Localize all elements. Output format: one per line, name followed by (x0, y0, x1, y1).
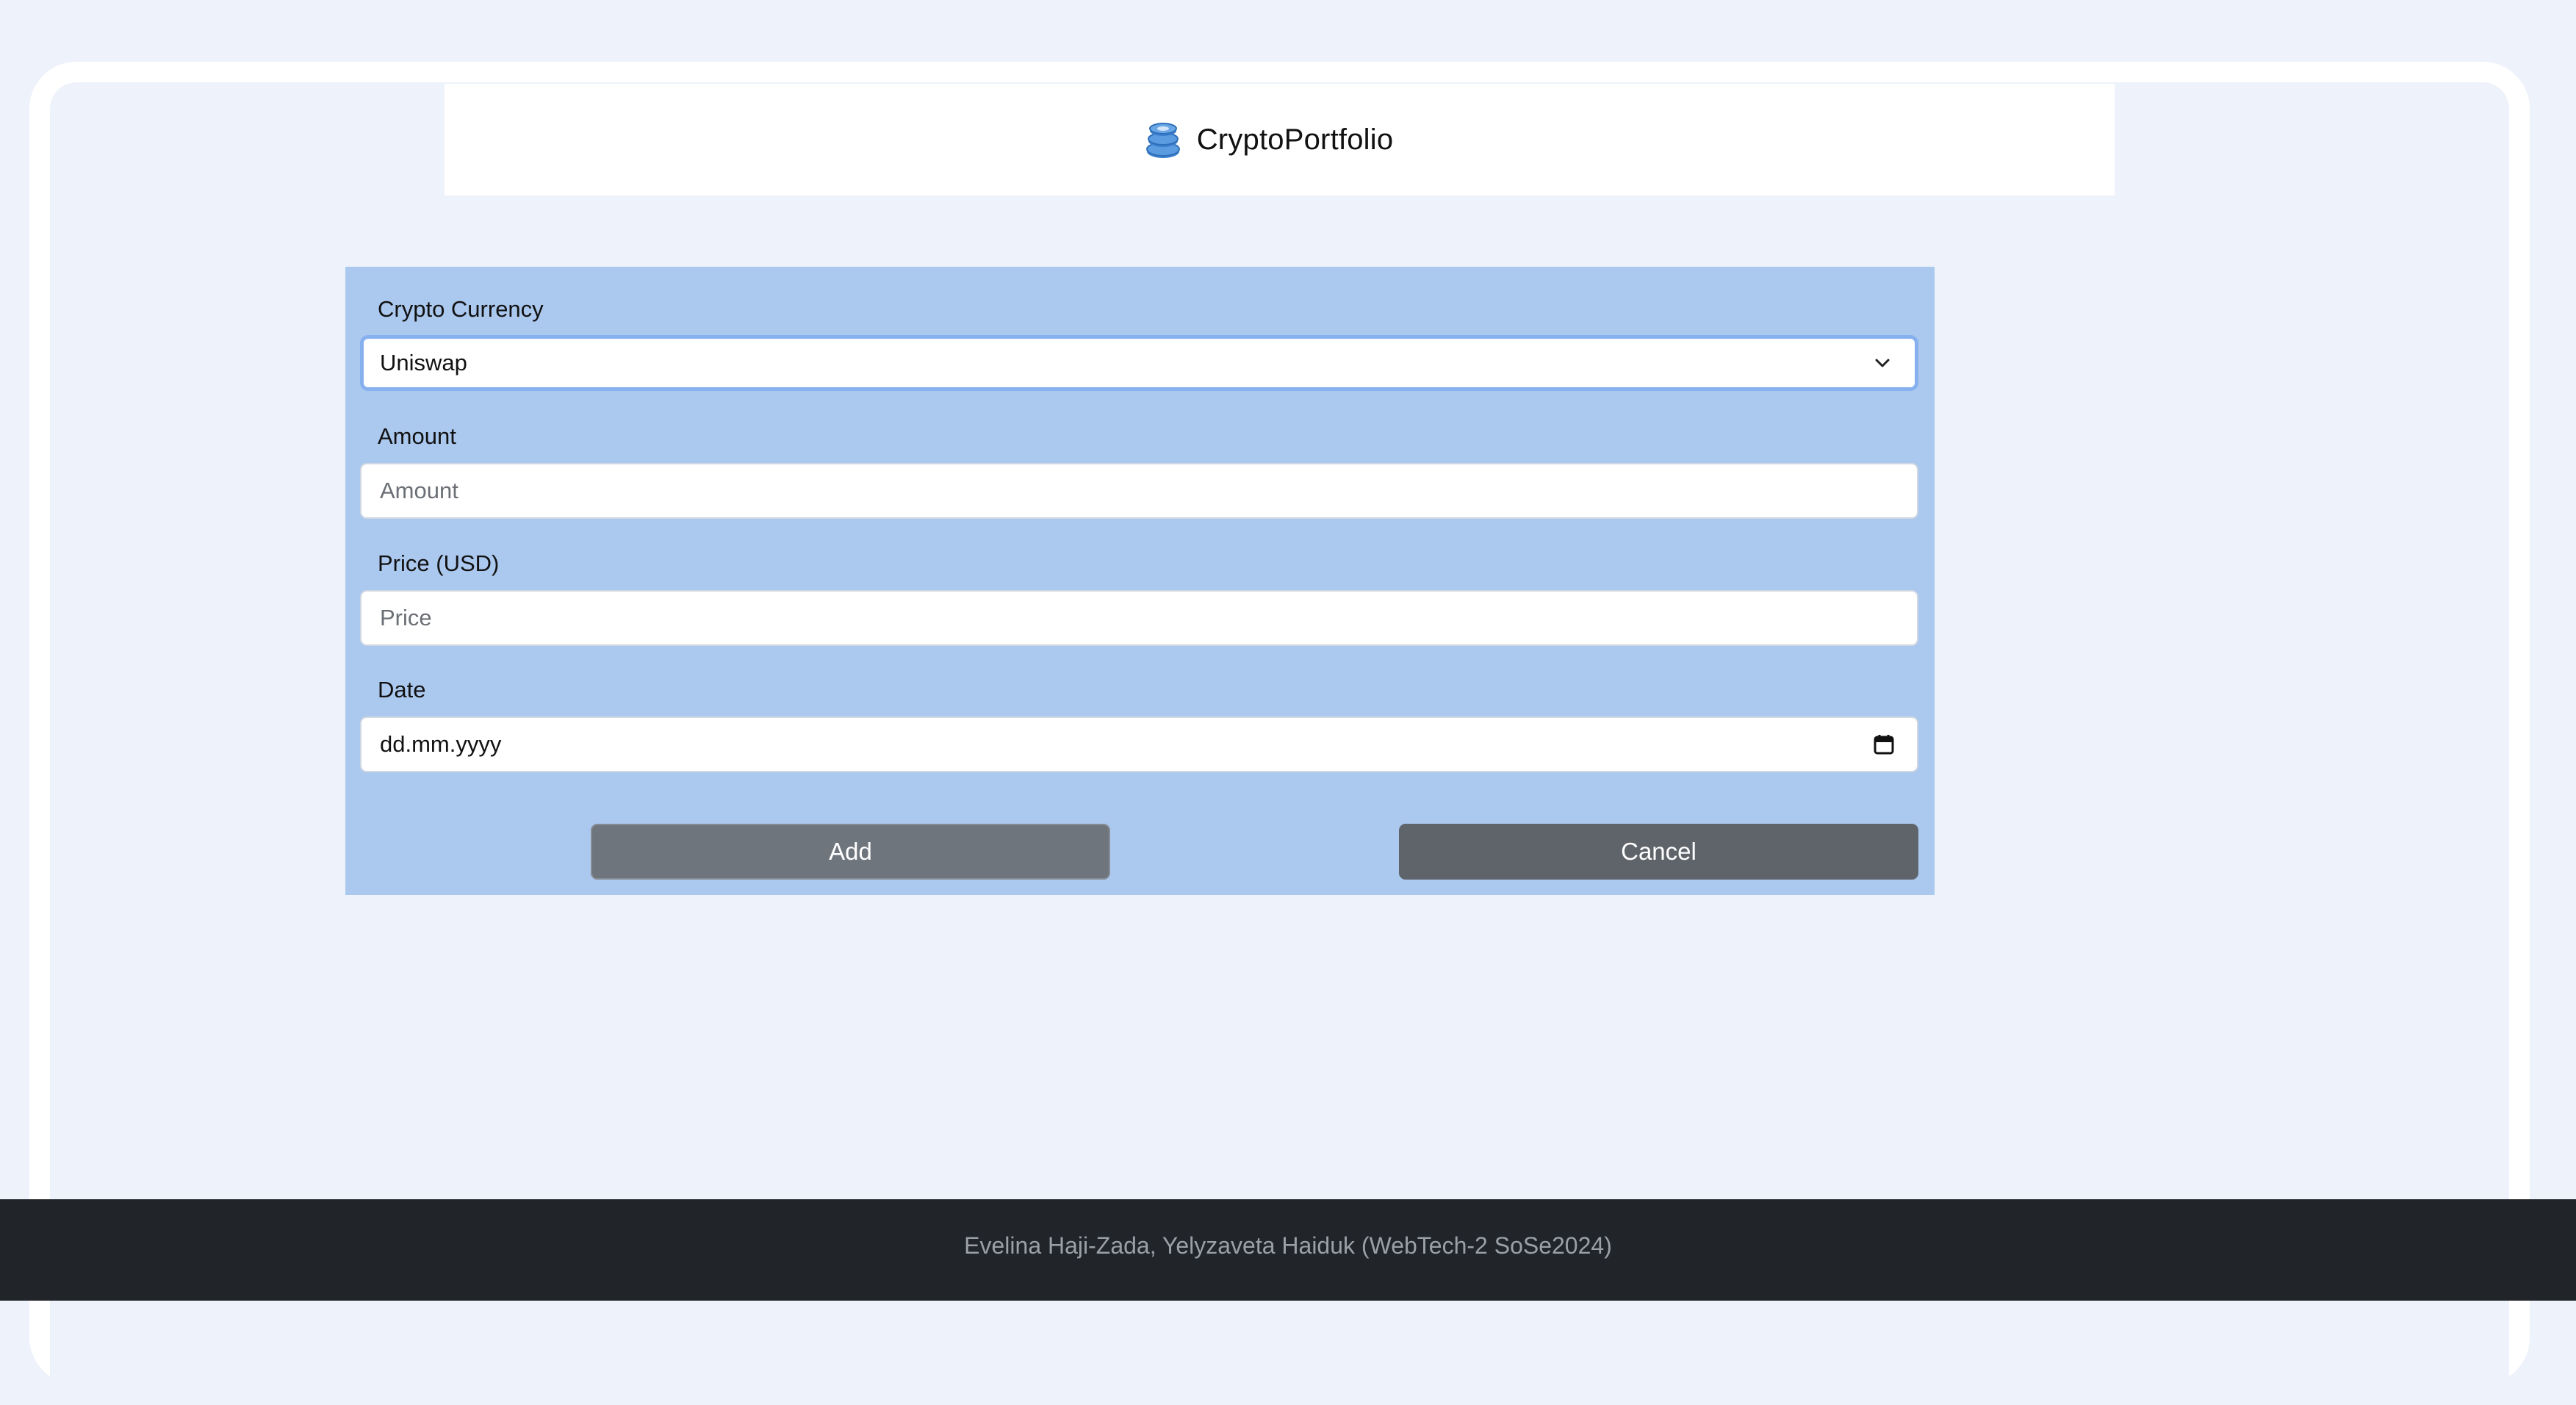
currency-selected-value: Uniswap (380, 350, 467, 375)
header: CryptoPortfolio (445, 84, 2115, 195)
price-placeholder: Price (380, 605, 432, 630)
chevron-down-icon (1872, 353, 1893, 373)
brand[interactable]: CryptoPortfolio (1144, 119, 1394, 160)
amount-input[interactable]: Amount (360, 463, 1918, 519)
date-placeholder: dd.mm.yyyy (380, 731, 502, 757)
cancel-button[interactable]: Cancel (1399, 824, 1918, 880)
footer: Evelina Haji-Zada, Yelyzaveta Haiduk (We… (0, 1199, 2576, 1301)
currency-select[interactable]: Uniswap (360, 335, 1918, 391)
add-transaction-form: Crypto Currency Uniswap Amount Amount Pr… (345, 267, 1935, 895)
price-label: Price (USD) (378, 550, 500, 576)
amount-placeholder: Amount (380, 478, 458, 503)
date-label: Date (378, 677, 426, 702)
add-button[interactable]: Add (591, 824, 1110, 880)
date-input[interactable]: dd.mm.yyyy (360, 716, 1918, 772)
footer-credits: Evelina Haji-Zada, Yelyzaveta Haiduk (We… (964, 1232, 1612, 1259)
price-input[interactable]: Price (360, 590, 1918, 646)
app-title: CryptoPortfolio (1196, 123, 1394, 156)
amount-label: Amount (378, 423, 456, 449)
calendar-icon[interactable] (1873, 733, 1895, 755)
currency-label: Crypto Currency (378, 296, 544, 322)
coins-stack-icon (1144, 119, 1182, 160)
